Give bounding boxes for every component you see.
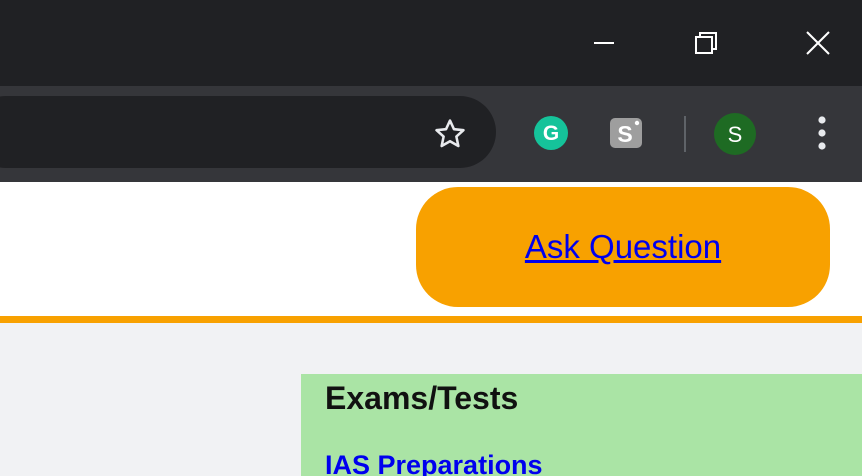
grammarly-extension-button[interactable]: G: [529, 111, 573, 155]
profile-avatar-button[interactable]: S: [713, 112, 757, 156]
ias-preparations-link[interactable]: IAS Preparations: [325, 450, 543, 476]
ask-question-button[interactable]: Ask Question: [416, 187, 830, 307]
s-extension-button[interactable]: S: [604, 111, 648, 155]
avatar: S: [714, 113, 756, 155]
minimize-button[interactable]: [568, 0, 640, 86]
exams-tests-panel: Exams/Tests IAS Preparations: [301, 374, 862, 476]
toolbar-divider: [684, 116, 686, 152]
browser-title-bar: [0, 0, 862, 86]
svg-text:S: S: [728, 122, 743, 147]
restore-button[interactable]: [670, 0, 742, 86]
s-extension-icon: S: [610, 118, 642, 148]
star-icon: [435, 119, 465, 148]
grammarly-icon: G: [534, 116, 568, 150]
svg-text:G: G: [543, 122, 559, 145]
browser-toolbar: G S S: [0, 86, 862, 182]
exams-tests-heading: Exams/Tests: [325, 380, 519, 416]
restore-icon: [695, 32, 717, 54]
address-bar[interactable]: [0, 96, 496, 168]
close-button[interactable]: [782, 0, 854, 86]
bookmark-star-button[interactable]: [430, 114, 470, 154]
minimize-icon: [594, 42, 614, 44]
ask-question-link[interactable]: Ask Question: [525, 228, 721, 266]
kebab-menu-icon: [818, 116, 826, 150]
close-icon: [806, 31, 830, 55]
chrome-menu-button[interactable]: [808, 110, 836, 156]
header-divider: [0, 316, 862, 323]
svg-text:S: S: [617, 121, 632, 147]
